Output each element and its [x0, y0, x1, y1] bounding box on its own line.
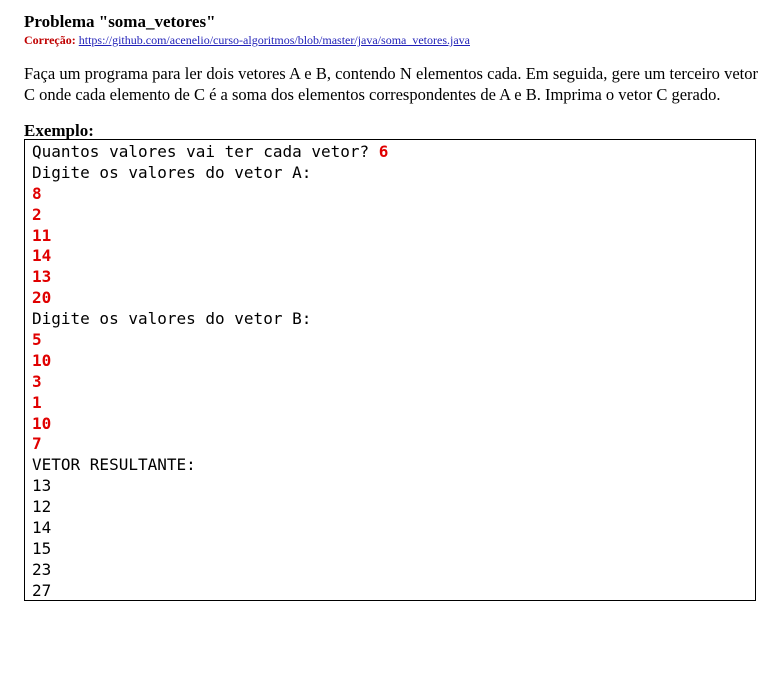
result-value: 12: [32, 497, 52, 517]
input-a-value: 14: [32, 246, 52, 266]
result-header: VETOR RESULTANTE:: [32, 455, 196, 475]
correction-label: Correção:: [24, 33, 76, 47]
input-a-value: 2: [32, 204, 42, 224]
prompt-vector-a: Digite os valores do vetor A:: [32, 162, 312, 182]
example-label: Exemplo:: [24, 121, 94, 140]
input-b-value: 5: [32, 330, 42, 350]
console-line: Quantos valores vai ter cada vetor? 6: [32, 142, 755, 163]
prompt-count: Quantos valores vai ter cada vetor?: [32, 142, 379, 161]
result-value: 23: [32, 559, 52, 579]
input-b-value: 3: [32, 371, 42, 391]
input-a-value: 20: [32, 288, 52, 308]
input-b-value: 1: [32, 392, 42, 412]
result-value: 27: [32, 580, 52, 600]
document-page: Problema "soma_vetores" Correção: https:…: [24, 12, 758, 601]
result-value: 14: [32, 518, 52, 538]
input-b-value: 7: [32, 434, 42, 454]
result-value: 13: [32, 476, 52, 496]
input-b-value: 10: [32, 413, 52, 433]
input-b-value: 10: [32, 350, 52, 370]
problem-statement: Faça um programa para ler dois vetores A…: [24, 64, 758, 104]
input-a-value: 11: [32, 225, 52, 245]
example-console: Quantos valores vai ter cada vetor? 6 Di…: [24, 139, 756, 601]
correction-link[interactable]: https://github.com/acenelio/curso-algori…: [79, 33, 470, 47]
input-a-value: 8: [32, 183, 42, 203]
correction-line: Correção: https://github.com/acenelio/cu…: [24, 33, 758, 47]
result-value: 15: [32, 538, 52, 558]
problem-title: Problema "soma_vetores": [24, 12, 216, 31]
input-a-value: 13: [32, 267, 52, 287]
prompt-vector-b: Digite os valores do vetor B:: [32, 309, 312, 329]
input-count: 6: [378, 142, 389, 161]
